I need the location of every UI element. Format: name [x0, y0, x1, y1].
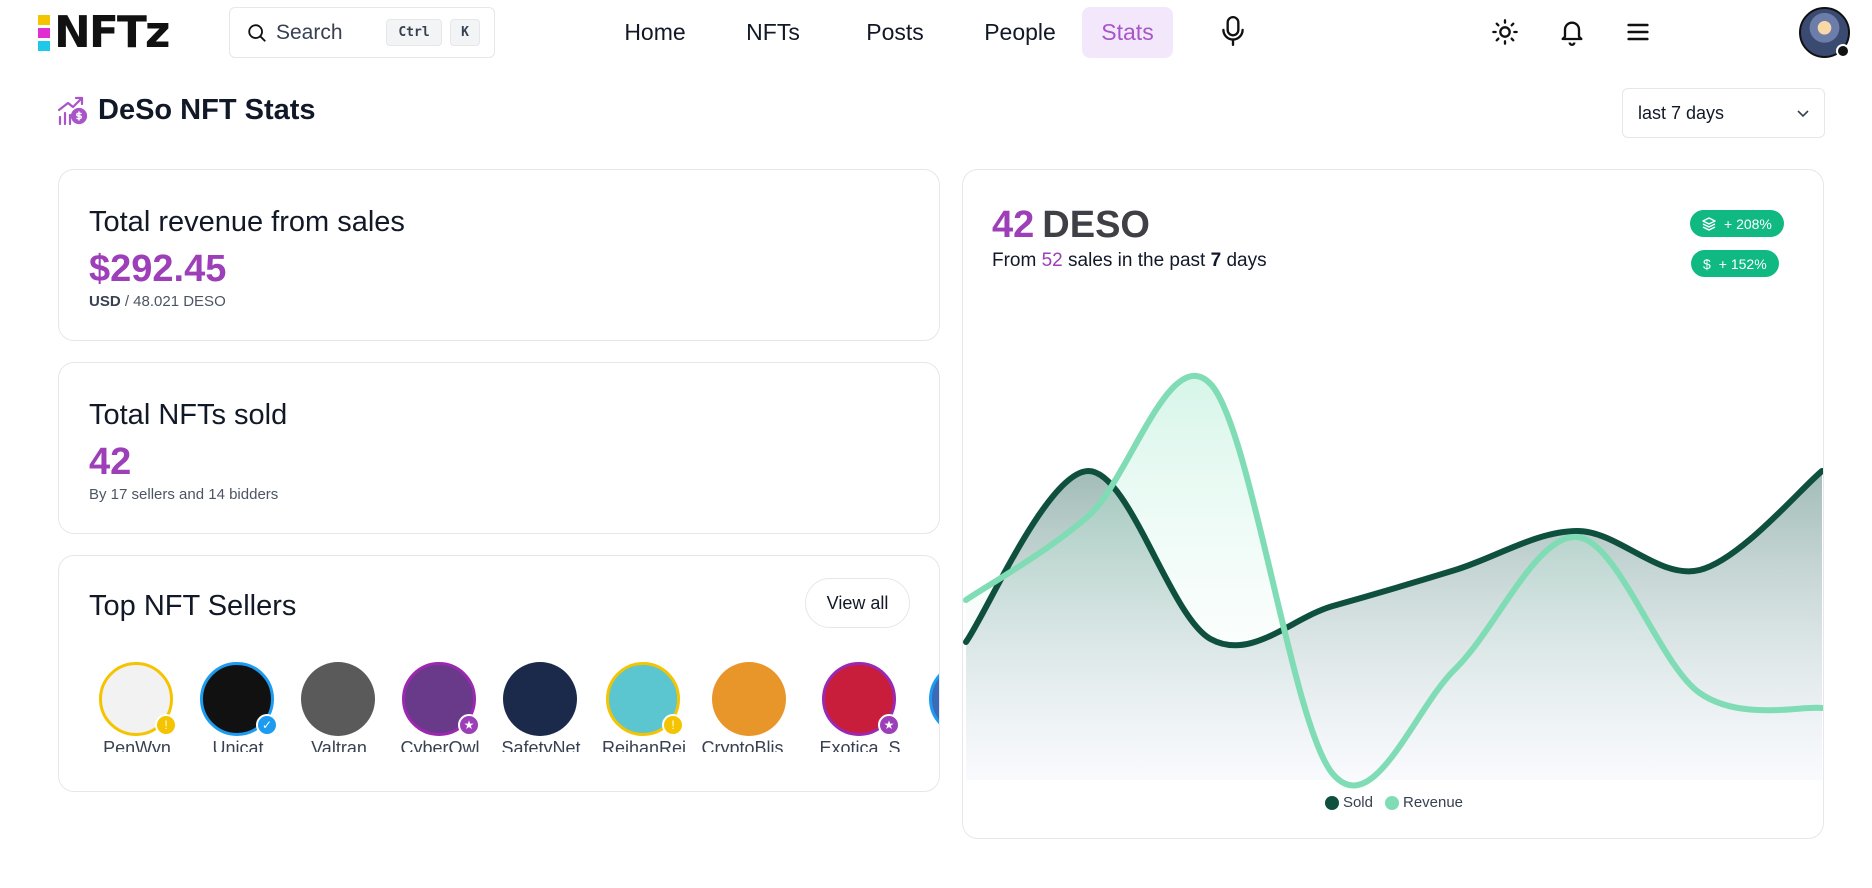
legend-label-sold: Sold	[1342, 794, 1373, 811]
warning-badge-icon: !	[155, 714, 177, 736]
seller-item[interactable]: ! ReihanRei	[594, 662, 694, 752]
warning-badge-icon: !	[662, 714, 684, 736]
nav-posts[interactable]: Posts	[849, 7, 941, 58]
seller-name: SafetyNet	[501, 738, 581, 752]
page-title: DeSo NFT Stats	[98, 94, 316, 126]
revenue-currency: USD	[89, 293, 121, 310]
seller-item[interactable]: Valtran	[289, 662, 389, 752]
chart-legend: Sold Revenue	[963, 794, 1823, 811]
seller-name: Valtran	[311, 738, 367, 752]
main-nav: Home NFTs Posts People Stats	[0, 7, 1872, 58]
seller-name: CryptoBlis...	[701, 738, 799, 752]
revenue-value: $292.45	[89, 248, 227, 290]
seller-avatar	[929, 662, 939, 736]
seller-name: PenWyn	[103, 738, 171, 752]
seller-name: CyberOwl	[400, 738, 480, 752]
sales-area-chart	[963, 372, 1823, 789]
seller-item[interactable]: ★ CyberOwl	[390, 662, 490, 752]
period-select-value: last 7 days	[1638, 102, 1725, 123]
sales-chart-card: 42 DESO From 52 sales in the past 7 days…	[962, 169, 1824, 839]
view-all-button[interactable]: View all	[805, 578, 910, 628]
seller-item[interactable]: ✓ Unicat	[188, 662, 288, 752]
chart-coin-icon	[57, 96, 88, 125]
legend-dot-sold	[1324, 795, 1339, 810]
page-title-row: DeSo NFT Stats	[56, 94, 316, 127]
seller-name: ReihanRei	[601, 738, 687, 752]
nav-nfts[interactable]: NFTs	[729, 7, 817, 58]
seller-avatar	[712, 662, 786, 736]
revenue-detail: USD / 48.021 DESO	[89, 293, 226, 310]
seller-item[interactable]: ! PenWyn	[87, 662, 187, 752]
nfts-sold-title: Total NFTs sold	[89, 399, 288, 431]
seller-item[interactable]: O	[917, 662, 939, 752]
nfts-sold-card: Total NFTs sold 42 By 17 sellers and 14 …	[58, 362, 940, 534]
period-select[interactable]: last 7 days	[1622, 88, 1825, 138]
bell-icon[interactable]	[1558, 18, 1586, 46]
nfts-sold-value: 42	[89, 441, 132, 483]
seller-avatar	[503, 662, 577, 736]
verified-badge-icon: ✓	[256, 714, 278, 736]
menu-icon[interactable]	[1624, 18, 1652, 46]
seller-name: O	[917, 738, 939, 752]
seller-item[interactable]: CryptoBlis...	[700, 662, 800, 752]
avatar-status-dot	[1836, 44, 1850, 58]
microphone-icon[interactable]	[1220, 15, 1246, 47]
revenue-card-title: Total revenue from sales	[89, 206, 405, 238]
legend-label-revenue: Revenue	[1402, 794, 1464, 811]
sellers-list: ! PenWyn ✓ Unicat Valtran ★ CyberOwl SafetyNet!…	[87, 662, 939, 752]
revenue-card: Total revenue from sales $292.45 USD / 4…	[58, 169, 940, 341]
legend-dot-revenue	[1384, 795, 1399, 810]
nav-people[interactable]: People	[963, 7, 1077, 58]
top-sellers-card: Top NFT Sellers View all ! PenWyn ✓ Unicat V…	[58, 555, 940, 792]
sun-icon[interactable]	[1491, 18, 1519, 46]
seller-avatar	[301, 662, 375, 736]
seller-name: Exotica_S	[819, 738, 901, 752]
top-sellers-title: Top NFT Sellers	[89, 590, 297, 622]
seller-item[interactable]: ★ Exotica_S	[810, 662, 910, 752]
nfts-sold-detail: By 17 sellers and 14 bidders	[89, 486, 279, 503]
legend-item-revenue[interactable]: Revenue	[1384, 794, 1464, 811]
seller-name: Unicat	[212, 738, 264, 752]
nav-stats[interactable]: Stats	[1082, 7, 1173, 58]
star-badge-icon: ★	[878, 714, 900, 736]
chevron-down-icon	[1797, 110, 1809, 118]
revenue-deso: / 48.021 DESO	[120, 293, 226, 310]
star-badge-icon: ★	[458, 714, 480, 736]
nav-home[interactable]: Home	[604, 7, 706, 58]
top-header: NFTz Search Ctrl K Home NFTs Posts Peopl…	[0, 0, 1872, 66]
seller-item[interactable]: SafetyNet	[491, 662, 591, 752]
legend-item-sold[interactable]: Sold	[1324, 794, 1373, 811]
